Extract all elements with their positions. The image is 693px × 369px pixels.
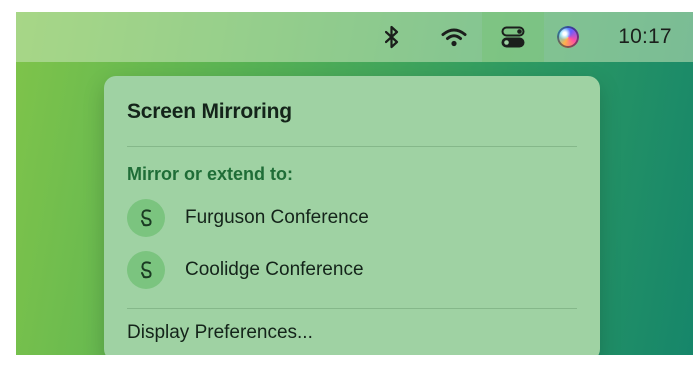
- siri-menu-item[interactable]: [550, 12, 586, 62]
- desktop: 10:17 Screen Mirroring Mirror or extend …: [16, 12, 693, 355]
- wifi-menu-item[interactable]: [436, 12, 472, 62]
- airplay-icon: [127, 199, 165, 237]
- control-center-icon: [501, 26, 525, 48]
- control-center-menu-item[interactable]: [482, 12, 544, 62]
- menu-bar-clock[interactable]: 10:17: [602, 12, 688, 62]
- device-furguson-conference[interactable]: Furguson Conference: [127, 198, 577, 238]
- divider: [127, 146, 577, 147]
- wifi-icon: [441, 28, 467, 47]
- airplay-icon: [127, 251, 165, 289]
- section-label: Mirror or extend to:: [127, 164, 294, 184]
- device-coolidge-conference[interactable]: Coolidge Conference: [127, 250, 577, 290]
- display-preferences-button[interactable]: Display Preferences...: [127, 322, 313, 344]
- menu-title: Screen Mirroring: [127, 100, 292, 123]
- device-label: Furguson Conference: [185, 207, 369, 228]
- bluetooth-menu-item[interactable]: [376, 12, 408, 62]
- bluetooth-icon: [385, 25, 399, 49]
- device-label: Coolidge Conference: [185, 259, 364, 280]
- divider: [127, 308, 577, 309]
- menu-bar: 10:17: [16, 12, 693, 62]
- screen-mirroring-menu: Screen Mirroring Mirror or extend to: Fu…: [104, 76, 600, 355]
- siri-icon: [557, 26, 579, 48]
